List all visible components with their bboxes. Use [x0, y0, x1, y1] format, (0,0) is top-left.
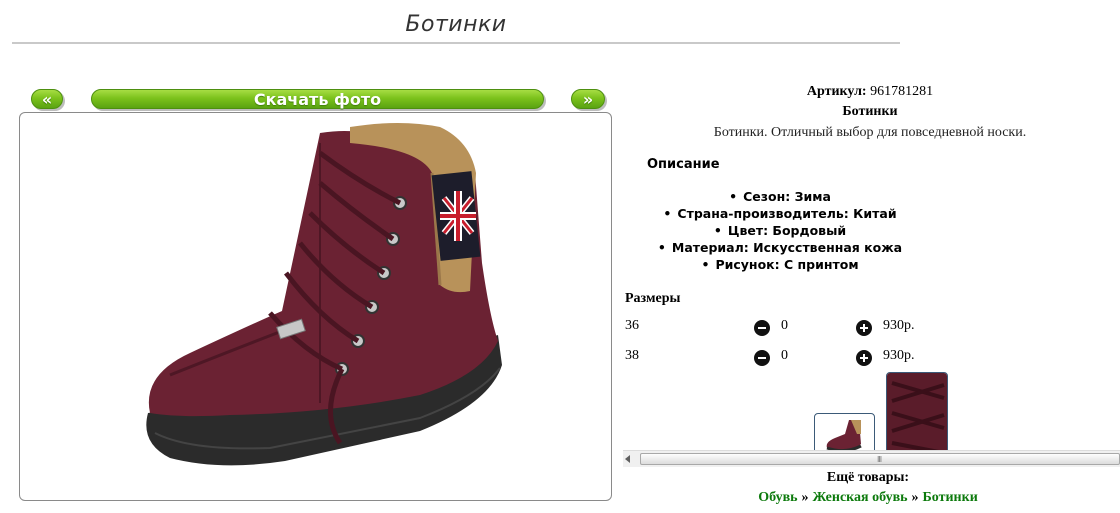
breadcrumb-link[interactable]: Обувь — [758, 490, 797, 505]
breadcrumb-separator: » — [911, 490, 919, 505]
description-heading: Описание — [647, 157, 720, 172]
laces-closeup-thumbnail[interactable] — [886, 372, 948, 455]
minus-circle-icon[interactable] — [754, 320, 770, 336]
breadcrumb-separator: » — [801, 490, 809, 505]
article-label: Артикул: — [806, 84, 867, 99]
scroll-left-arrow-icon[interactable] — [625, 455, 630, 463]
quantity-value: 0 — [781, 348, 788, 363]
quantity-value: 0 — [781, 318, 788, 333]
article-value: 961781281 — [870, 84, 934, 99]
size-value: 36 — [625, 318, 639, 333]
more-products-label: Ещё товары: — [826, 470, 910, 485]
article-line: Артикул: 961781281 — [625, 84, 1115, 100]
product-name: Ботинки — [842, 104, 898, 119]
breadcrumb-link[interactable]: Ботинки — [923, 490, 978, 505]
attribute-item: Сезон: Зима — [625, 188, 935, 205]
boot-image — [146, 123, 502, 466]
plus-circle-icon[interactable] — [856, 350, 872, 366]
horizontal-scrollbar[interactable]: III — [623, 450, 1120, 467]
next-photo-button[interactable]: » — [571, 89, 605, 109]
grip-icon: III — [877, 455, 882, 464]
sizes-heading: Размеры — [625, 291, 681, 306]
title-divider — [12, 42, 900, 44]
attribute-item: Рисунок: С принтом — [625, 256, 935, 273]
plus-circle-icon[interactable] — [856, 320, 872, 336]
size-value: 38 — [625, 348, 639, 363]
page-title: Ботинки — [405, 12, 507, 37]
price-value: 930р. — [883, 348, 915, 363]
attribute-item: Материал: Искусственная кожа — [625, 239, 935, 256]
size-row: 36 0 930р. — [625, 318, 1105, 338]
breadcrumb-link[interactable]: Женская обувь — [813, 490, 908, 505]
minus-circle-icon[interactable] — [754, 350, 770, 366]
size-row: 38 0 930р. — [625, 348, 1105, 368]
scroll-thumb[interactable]: III — [640, 453, 1120, 465]
attribute-item: Страна-производитель: Китай — [625, 205, 935, 222]
boot-photo-thumbnail[interactable] — [814, 413, 875, 455]
attribute-list: Сезон: Зима Страна-производитель: Китай … — [625, 188, 935, 273]
product-description: Ботинки. Отличный выбор для повседневной… — [713, 125, 1027, 140]
download-photo-button[interactable]: Скачать фото — [91, 89, 544, 109]
breadcrumb: Обувь» Женская обувь» Ботинки — [623, 490, 1113, 506]
attribute-item: Цвет: Бордовый — [625, 222, 935, 239]
product-photo[interactable] — [19, 112, 612, 501]
price-value: 930р. — [883, 318, 915, 333]
prev-photo-button[interactable]: « — [31, 89, 63, 109]
